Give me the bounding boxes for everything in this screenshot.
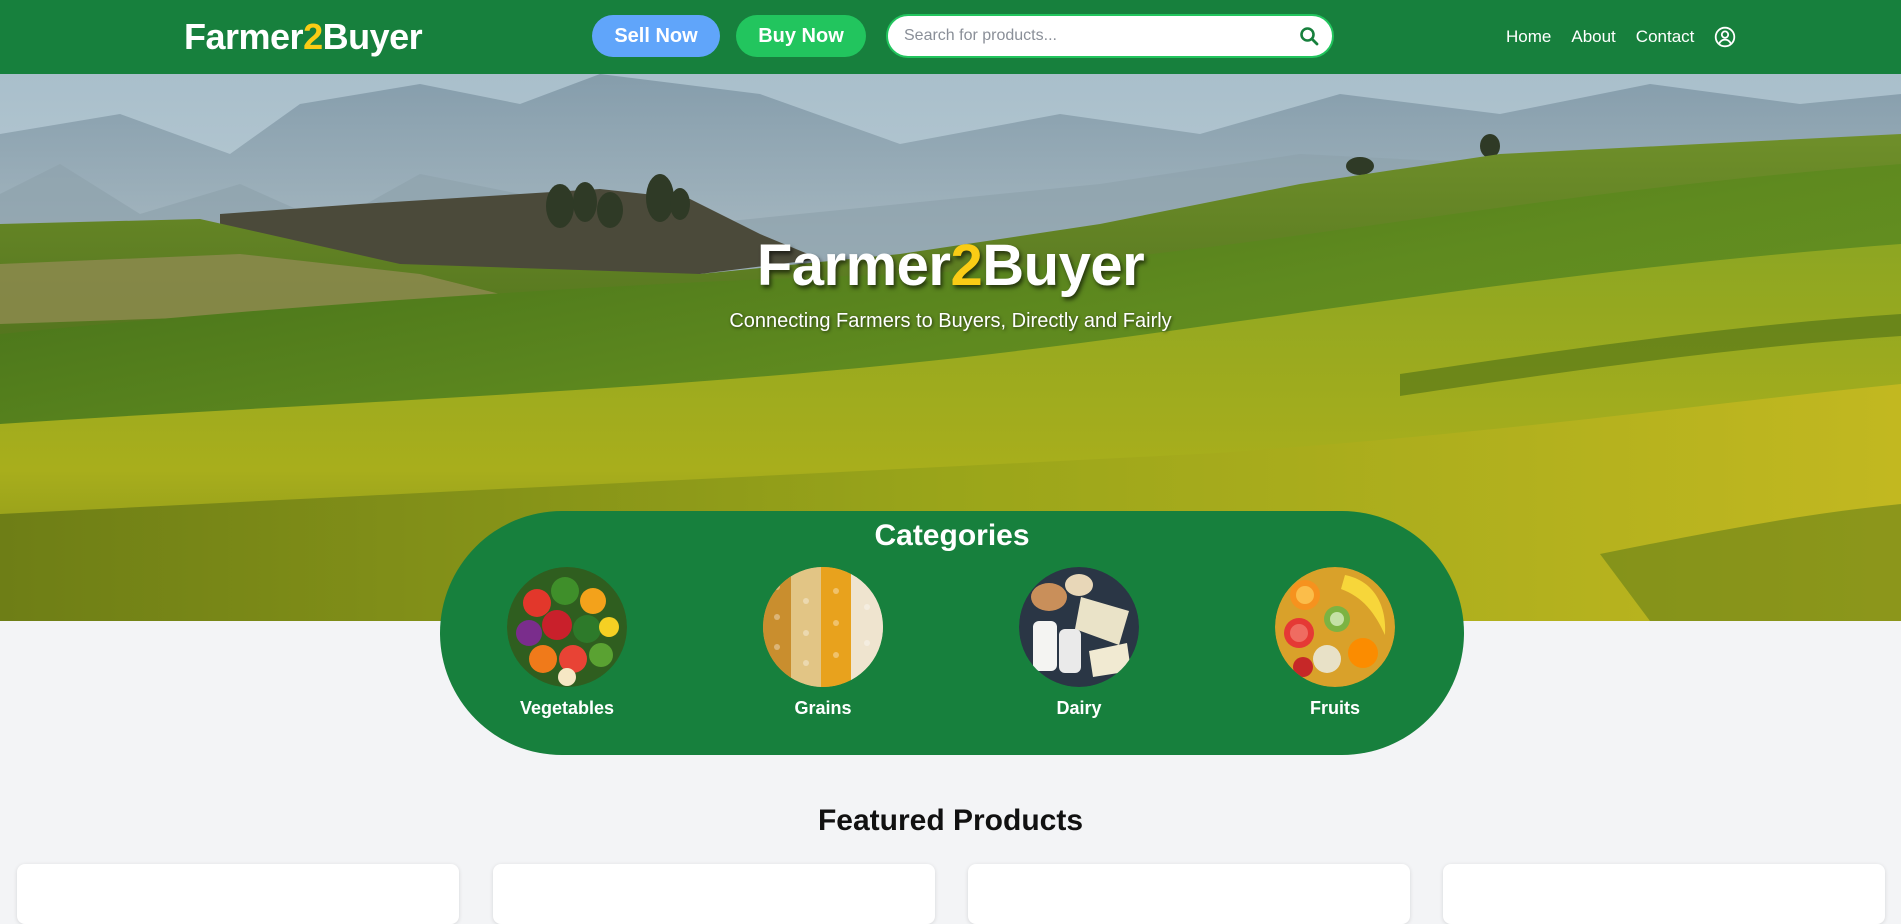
sell-now-button[interactable]: Sell Now (592, 15, 720, 57)
product-card[interactable] (1443, 864, 1885, 924)
nav-link-about[interactable]: About (1571, 24, 1615, 50)
featured-products-title: Featured Products (817, 804, 1084, 837)
buy-now-button[interactable]: Buy Now (736, 15, 866, 57)
fruits-image (1275, 567, 1395, 687)
categories-title: Categories (874, 519, 1030, 552)
category-fruits[interactable]: Fruits (1255, 567, 1415, 719)
hero-title-middle: 2 (950, 233, 983, 298)
category-dairy[interactable]: Dairy (999, 567, 1159, 719)
brand-prefix: Farmer (184, 16, 304, 57)
nav-link-home[interactable]: Home (1506, 24, 1551, 50)
vegetables-image (507, 567, 627, 687)
dairy-image (1019, 567, 1139, 687)
search-input[interactable] (904, 27, 1298, 45)
category-vegetables[interactable]: Vegetables (487, 567, 647, 719)
nav-links: Home About Contact (1506, 24, 1736, 50)
hero-title: Farmer2Buyer (0, 232, 1901, 299)
product-card[interactable] (968, 864, 1410, 924)
grains-image (763, 567, 883, 687)
category-label: Vegetables (519, 698, 615, 718)
user-circle-icon[interactable] (1714, 26, 1736, 48)
search-icon[interactable] (1298, 25, 1320, 47)
nav-link-contact[interactable]: Contact (1636, 24, 1695, 50)
hero-title-suffix: Buyer (982, 233, 1145, 298)
navbar: Farmer2Buyer Sell Now Buy Now Home About… (0, 0, 1901, 74)
hero-title-prefix: Farmer (756, 233, 951, 298)
search-bar (886, 14, 1334, 58)
category-label: Dairy (1056, 698, 1102, 718)
brand-logo[interactable]: Farmer2Buyer (184, 16, 423, 58)
category-grains[interactable]: Grains (743, 567, 903, 719)
category-label: Fruits (1309, 698, 1360, 718)
category-label: Grains (794, 698, 852, 718)
brand-suffix: Buyer (322, 16, 423, 57)
product-card[interactable] (493, 864, 935, 924)
hero-subtitle: Connecting Farmers to Buyers, Directly a… (729, 310, 1172, 332)
brand-middle: 2 (303, 16, 323, 57)
categories-panel: Categories Vegetables Grains Dairy Fruit… (440, 511, 1464, 755)
product-card[interactable] (17, 864, 459, 924)
